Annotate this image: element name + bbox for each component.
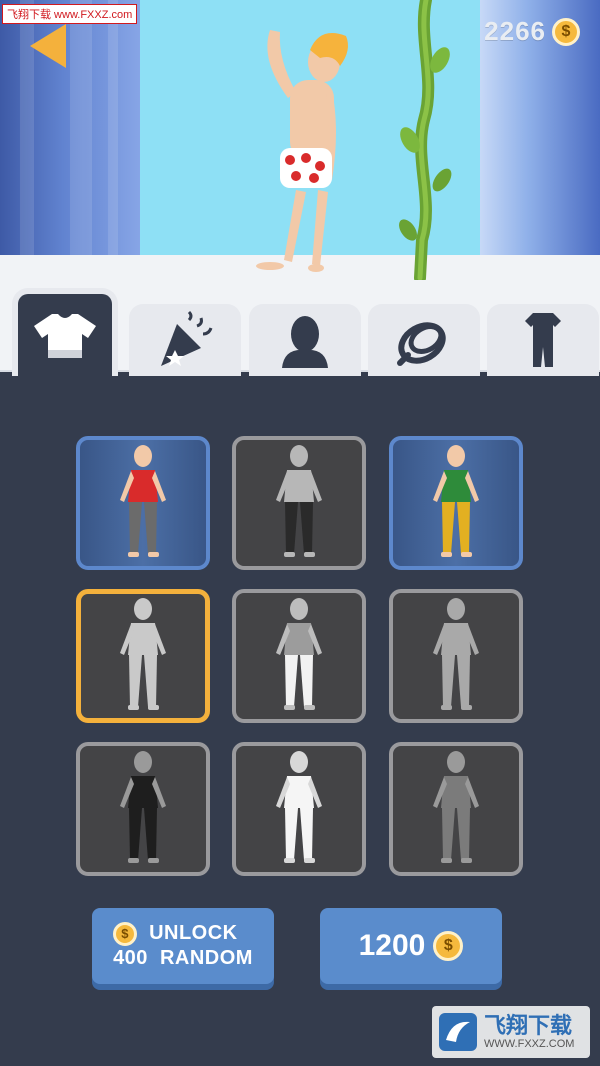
coin-icon: $: [433, 931, 464, 961]
outfit-figure: [120, 445, 166, 557]
unlock-cost: 400: [113, 947, 148, 969]
outfit-figure: [433, 751, 479, 863]
player-character: [256, 30, 348, 272]
outfit-figure: [276, 445, 322, 557]
outfit-slot[interactable]: [389, 742, 523, 876]
tab-celebrations[interactable]: [129, 304, 241, 376]
beanstalk-vine: [399, 0, 452, 280]
outfit-slot[interactable]: [76, 742, 210, 876]
tab-suits[interactable]: [487, 304, 599, 376]
outfit-slot[interactable]: [389, 589, 523, 723]
coin-balance: 2266 $: [484, 16, 580, 47]
outfit-slot[interactable]: [232, 589, 366, 723]
tab-ropes[interactable]: [368, 304, 480, 376]
back-arrow-icon: [30, 24, 66, 68]
outfit-figure: [120, 751, 166, 863]
outfit-figure: [276, 751, 322, 863]
outfit-slot[interactable]: [389, 436, 523, 570]
coin-count: 2266: [484, 16, 546, 46]
watermark-name: 飞翔下载: [484, 1013, 573, 1038]
coin-icon: $: [113, 921, 138, 946]
outfit-slot[interactable]: [76, 436, 210, 570]
tab-heads[interactable]: [249, 304, 361, 376]
outfit-figure: [433, 445, 479, 557]
watermark-logo-icon: [439, 1013, 477, 1051]
tshirt-icon: [34, 314, 96, 358]
random-label: RANDOM: [159, 947, 253, 969]
price-value: 1200: [358, 929, 426, 962]
party-popper-icon: [161, 310, 213, 366]
outfit-slot[interactable]: [232, 436, 366, 570]
back-button[interactable]: [26, 22, 70, 70]
watermark-url: WWW.FXXZ.COM: [484, 1038, 575, 1050]
head-silhouette-icon: [282, 316, 328, 368]
outfit-slot[interactable]: [232, 742, 366, 876]
outfit-figure: [433, 598, 479, 710]
tracksuit-icon: [525, 313, 561, 367]
tab-outfits[interactable]: [12, 288, 118, 376]
category-tabs: [0, 284, 600, 376]
outfit-figure: [120, 598, 166, 710]
unlock-label: UNLOCK: [149, 922, 238, 944]
coin-icon: $: [552, 17, 580, 46]
watermark-bottom: 飞翔下载 WWW.FXXZ.COM: [432, 1006, 590, 1058]
buy-outfit-button[interactable]: 1200 $: [320, 908, 502, 984]
watermark-top: 飞翔下载 www.FXXZ.com: [2, 4, 138, 24]
outfit-slot[interactable]: [76, 589, 210, 723]
outfit-figure: [276, 598, 322, 710]
unlock-random-button[interactable]: $ UNLOCK 400 RANDOM: [92, 908, 274, 984]
rope-icon: [397, 322, 446, 366]
